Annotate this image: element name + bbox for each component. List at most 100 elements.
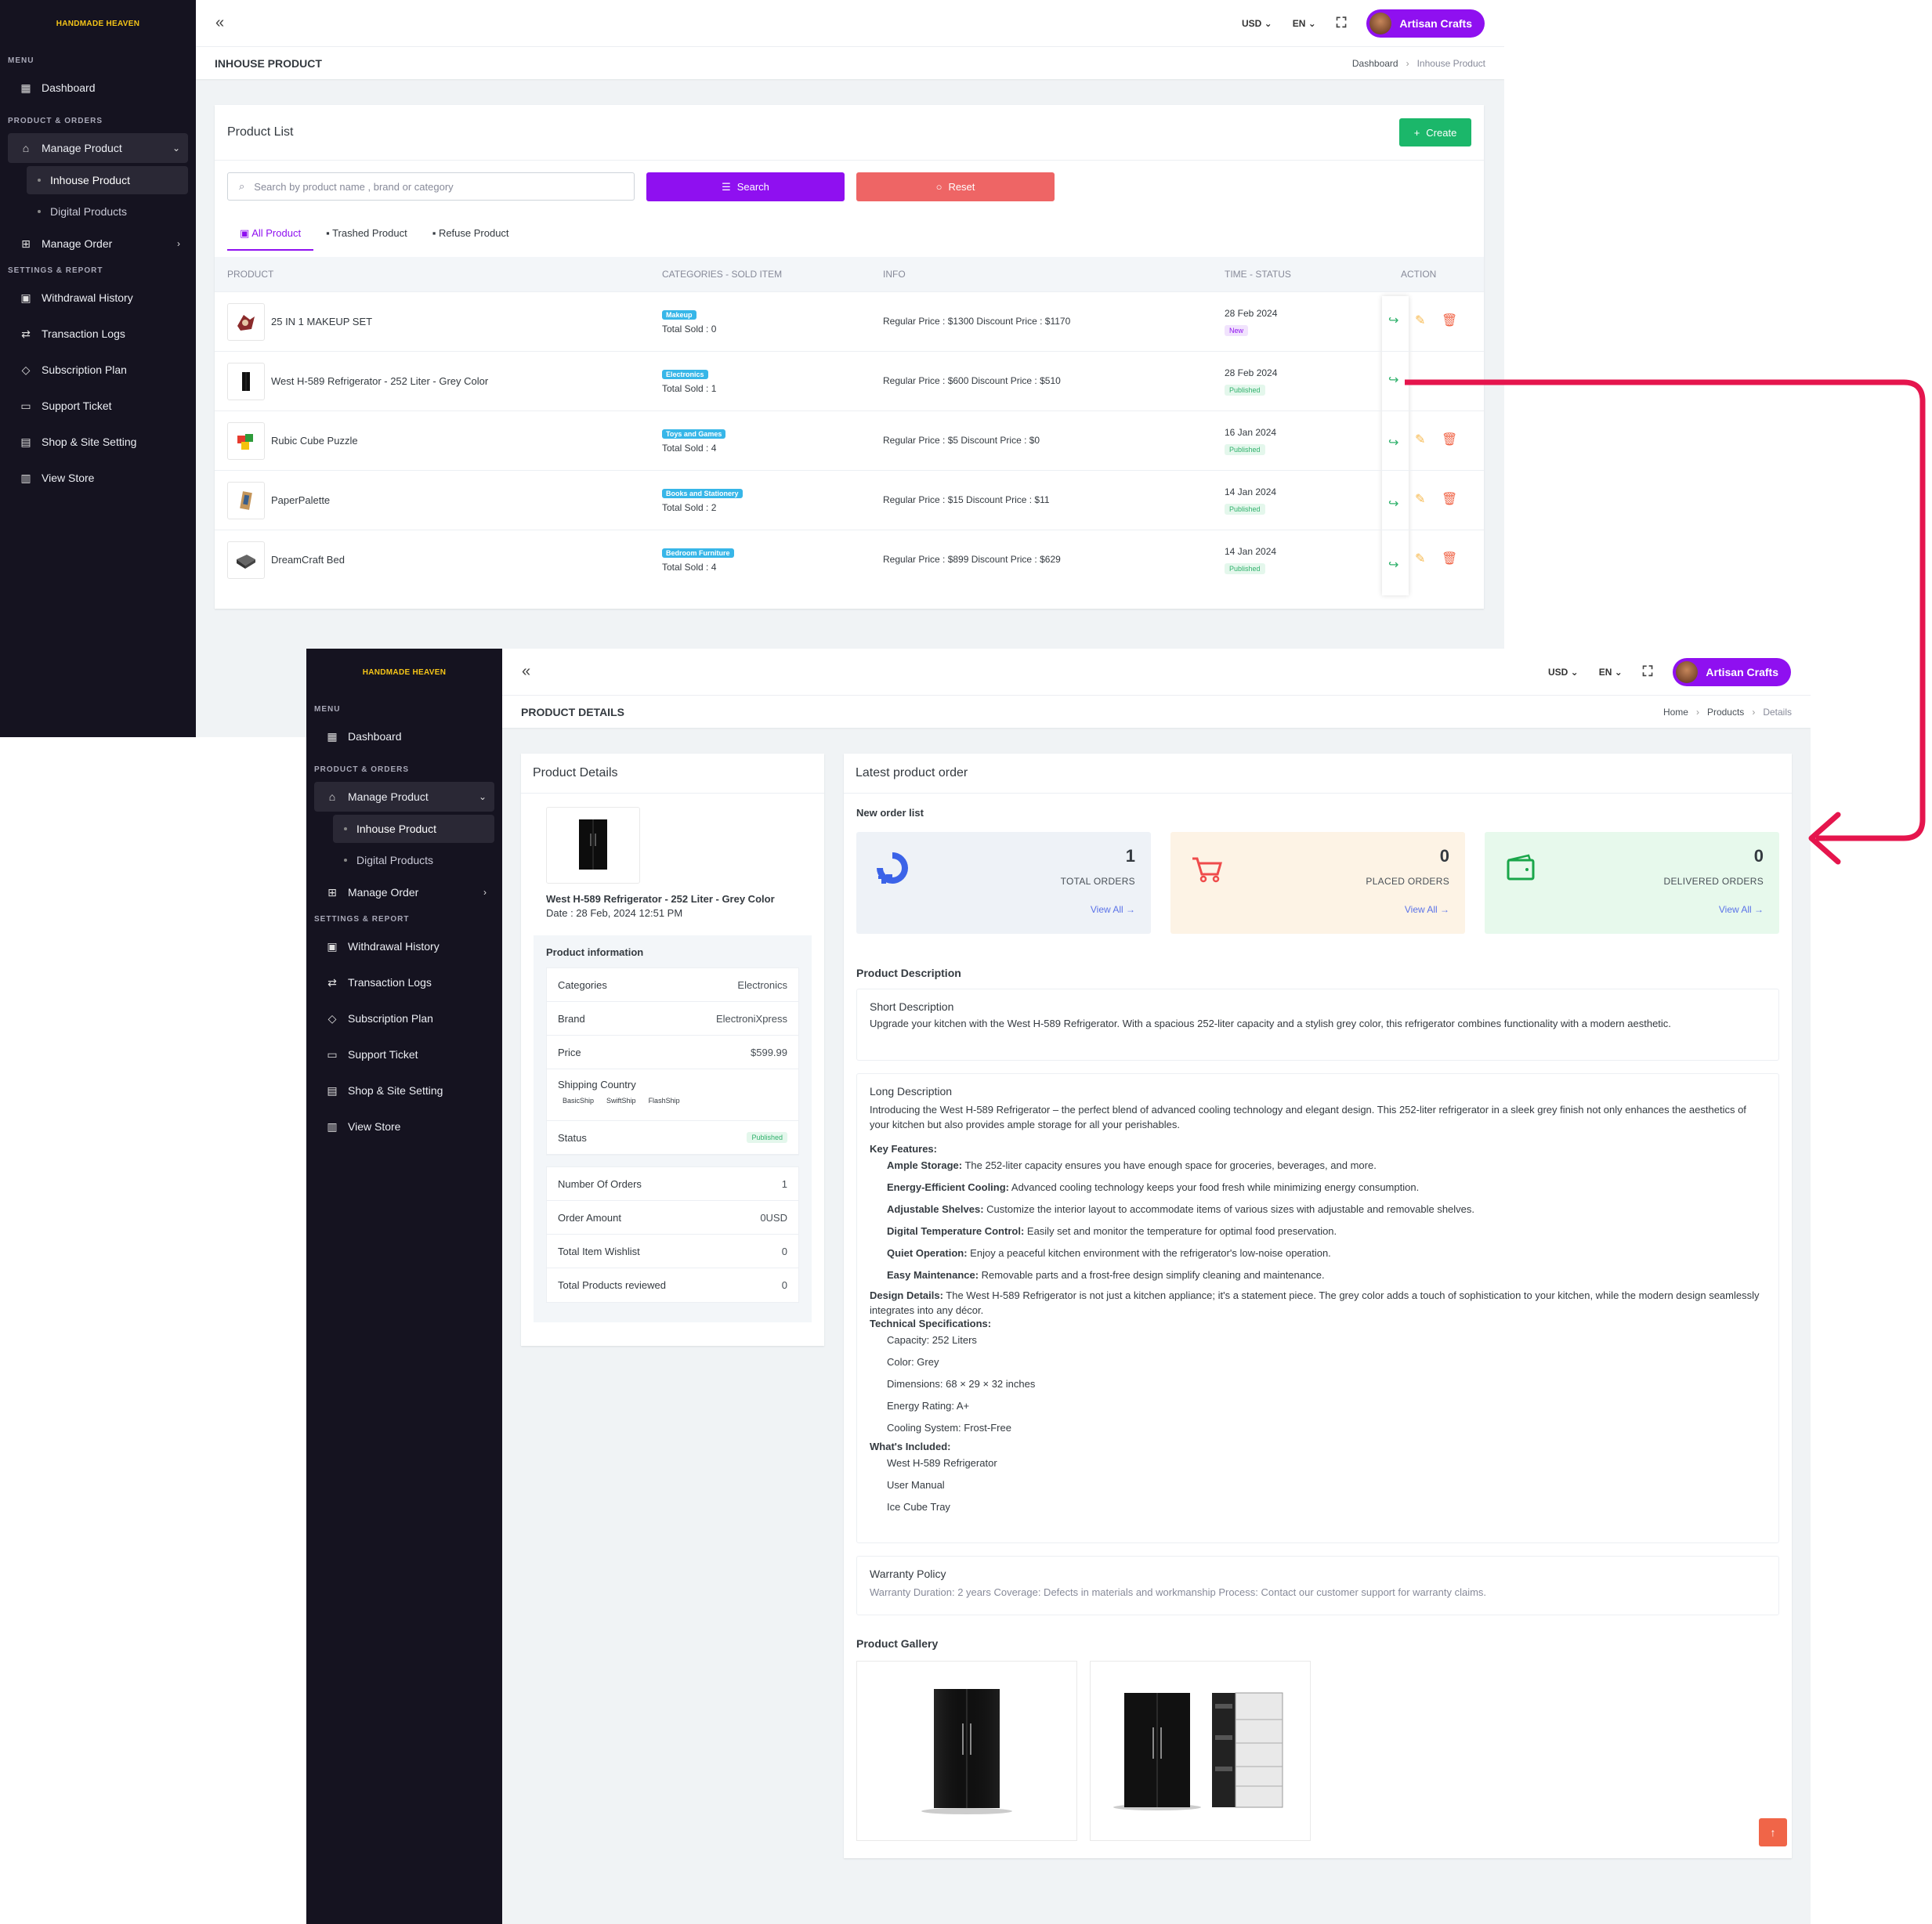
sidebar-item-transaction-logs[interactable]: ⇄ Transaction Logs <box>314 967 494 997</box>
box-icon: ▣ <box>240 227 250 239</box>
sidebar-item-inhouse-product[interactable]: Inhouse Product <box>333 815 494 843</box>
product-name[interactable]: West H-589 Refrigerator - 252 Liter - Gr… <box>271 375 488 387</box>
share-icon[interactable]: ↪ <box>1388 557 1398 573</box>
shop-icon: ▤ <box>20 435 31 448</box>
tab-trashed-product[interactable]: ▪ Trashed Product <box>313 216 420 251</box>
key-feature: Quiet Operation: Enjoy a peaceful kitche… <box>870 1242 1766 1264</box>
table-row[interactable]: PaperPalette Books and Stationery Total … <box>215 470 1484 530</box>
topbar: « USD ⌄ EN ⌄ ⛶ Artisan Crafts <box>196 0 1504 47</box>
sidebar-item-inhouse-product[interactable]: Inhouse Product <box>27 166 188 194</box>
table-row[interactable]: Rubic Cube Puzzle Toys and Games Total S… <box>215 410 1484 470</box>
delete-icon[interactable]: 🗑 <box>1442 432 1457 447</box>
view-all-link[interactable]: View All → <box>1719 904 1764 915</box>
sidebar-item-manage-product[interactable]: ⌂ Manage Product ⌄ <box>314 782 494 812</box>
table-row[interactable]: DreamCraft Bed Bedroom Furniture Total S… <box>215 530 1484 589</box>
delete-icon[interactable]: 🗑 <box>1442 551 1457 566</box>
user-menu-button[interactable]: Artisan Crafts <box>1366 9 1485 38</box>
gallery-image[interactable] <box>856 1661 1077 1841</box>
create-button[interactable]: + Create <box>1399 118 1471 146</box>
product-name[interactable]: 25 IN 1 MAKEUP SET <box>271 316 372 327</box>
product-name[interactable]: DreamCraft Bed <box>271 554 345 566</box>
collapse-sidebar-icon[interactable]: « <box>522 663 530 681</box>
category-badge: Books and Stationery <box>662 489 743 498</box>
long-description-title: Long Description <box>870 1085 953 1098</box>
view-all-link[interactable]: View All → <box>1405 904 1449 915</box>
stat-value: 0 <box>1439 846 1449 866</box>
edit-icon[interactable]: ✎ <box>1415 491 1425 507</box>
warranty-text: Warranty Duration: 2 years Coverage: Def… <box>870 1586 1487 1598</box>
product-name[interactable]: Rubic Cube Puzzle <box>271 435 358 447</box>
info-row-wishlist: Total Item Wishlist 0 <box>547 1235 798 1268</box>
brand-logo[interactable]: HANDMADE HEAVEN <box>0 0 196 47</box>
short-description-text: Upgrade your kitchen with the West H-589… <box>870 1018 1671 1029</box>
breadcrumb-products[interactable]: Products <box>1707 707 1744 718</box>
trash-icon: ▪ <box>432 227 436 239</box>
sold-count: Total Sold : 4 <box>662 562 717 573</box>
money-icon: ▣ <box>327 939 338 953</box>
sidebar-item-withdrawal-history[interactable]: ▣ Withdrawal History <box>314 931 494 961</box>
search-input[interactable]: ⌕ Search by product name , brand or categ… <box>227 172 635 201</box>
sidebar-item-withdrawal-history[interactable]: ▣ Withdrawal History <box>8 283 188 313</box>
sidebar-item-label: Manage Order <box>42 237 113 250</box>
product-details-card: Product Details West H-589 Refrigerator … <box>521 754 824 1346</box>
chat-icon: ▭ <box>20 399 31 412</box>
reset-button[interactable]: ○ Reset <box>856 172 1055 201</box>
sidebar-item-support-ticket[interactable]: ▭ Support Ticket <box>8 391 188 421</box>
chat-icon: ▭ <box>327 1047 338 1061</box>
view-all-link[interactable]: View All → <box>1091 904 1135 915</box>
product-name[interactable]: PaperPalette <box>271 494 330 506</box>
currency-selector[interactable]: USD ⌄ <box>1242 18 1272 29</box>
gallery-image[interactable] <box>1090 1661 1311 1841</box>
sidebar-item-subscription-plan[interactable]: ◇ Subscription Plan <box>314 1004 494 1033</box>
sidebar-item-shop-site-setting[interactable]: ▤ Shop & Site Setting <box>8 427 188 457</box>
edit-icon[interactable]: ✎ <box>1415 313 1425 328</box>
table-row[interactable]: West H-589 Refrigerator - 252 Liter - Gr… <box>215 351 1484 410</box>
delete-icon[interactable]: 🗑 <box>1442 491 1457 507</box>
sidebar-item-dashboard[interactable]: ▦ Dashboard <box>314 722 494 751</box>
language-selector[interactable]: EN ⌄ <box>1599 667 1623 678</box>
user-menu-button[interactable]: Artisan Crafts <box>1673 657 1791 686</box>
sidebar-item-manage-order[interactable]: ⊞ Manage Order › <box>8 229 188 259</box>
sidebar-item-label: Inhouse Product <box>50 174 130 186</box>
category-badge: Electronics <box>662 370 708 379</box>
product-image <box>546 807 640 884</box>
share-icon[interactable]: ↪ <box>1388 372 1398 388</box>
section-title: Product Gallery <box>856 1637 939 1650</box>
collapse-sidebar-icon[interactable]: « <box>215 14 224 32</box>
language-selector[interactable]: EN ⌄ <box>1293 18 1316 29</box>
table-row[interactable]: 25 IN 1 MAKEUP SET Makeup Total Sold : 0… <box>215 291 1484 351</box>
sidebar-item-view-store[interactable]: ▥ View Store <box>314 1112 494 1141</box>
edit-icon[interactable]: ✎ <box>1415 432 1425 447</box>
product-list-screen: HANDMADE HEAVEN MENU ▦ Dashboard PRODUCT … <box>0 0 1504 737</box>
breadcrumb-dashboard[interactable]: Dashboard <box>1352 58 1398 69</box>
info-value: Electronics <box>737 978 787 991</box>
edit-icon[interactable]: ✎ <box>1415 551 1425 566</box>
sidebar-item-digital-products[interactable]: Digital Products <box>27 197 188 226</box>
tab-refuse-product[interactable]: ▪ Refuse Product <box>420 216 522 251</box>
category-badge: Bedroom Furniture <box>662 548 734 558</box>
fullscreen-icon[interactable]: ⛶ <box>1643 664 1653 680</box>
breadcrumb-home[interactable]: Home <box>1663 707 1688 718</box>
search-button[interactable]: ☰ Search <box>646 172 845 201</box>
currency-label: USD <box>1242 17 1262 29</box>
sidebar-item-support-ticket[interactable]: ▭ Support Ticket <box>314 1040 494 1069</box>
share-icon[interactable]: ↪ <box>1388 496 1398 512</box>
sidebar-item-manage-order[interactable]: ⊞ Manage Order › <box>314 877 494 907</box>
sidebar-item-dashboard[interactable]: ▦ Dashboard <box>8 73 188 103</box>
product-thumbnail <box>227 363 265 400</box>
sidebar-item-manage-product[interactable]: ⌂ Manage Product ⌄ <box>8 133 188 163</box>
sidebar-item-transaction-logs[interactable]: ⇄ Transaction Logs <box>8 319 188 349</box>
tab-all-product[interactable]: ▣ All Product <box>227 216 314 251</box>
sidebar-item-subscription-plan[interactable]: ◇ Subscription Plan <box>8 355 188 385</box>
currency-selector[interactable]: USD ⌄ <box>1548 667 1579 678</box>
scroll-to-top-button[interactable]: ↑ <box>1759 1818 1787 1846</box>
share-icon[interactable]: ↪ <box>1388 313 1398 328</box>
share-icon[interactable]: ↪ <box>1388 435 1398 450</box>
column-header: PRODUCT <box>227 269 274 280</box>
sidebar-item-shop-site-setting[interactable]: ▤ Shop & Site Setting <box>314 1076 494 1105</box>
sidebar-item-digital-products[interactable]: Digital Products <box>333 846 494 874</box>
sidebar-item-view-store[interactable]: ▥ View Store <box>8 463 188 493</box>
brand-logo[interactable]: HANDMADE HEAVEN <box>306 649 502 696</box>
delete-icon[interactable]: 🗑 <box>1442 313 1457 328</box>
fullscreen-icon[interactable]: ⛶ <box>1337 15 1347 31</box>
